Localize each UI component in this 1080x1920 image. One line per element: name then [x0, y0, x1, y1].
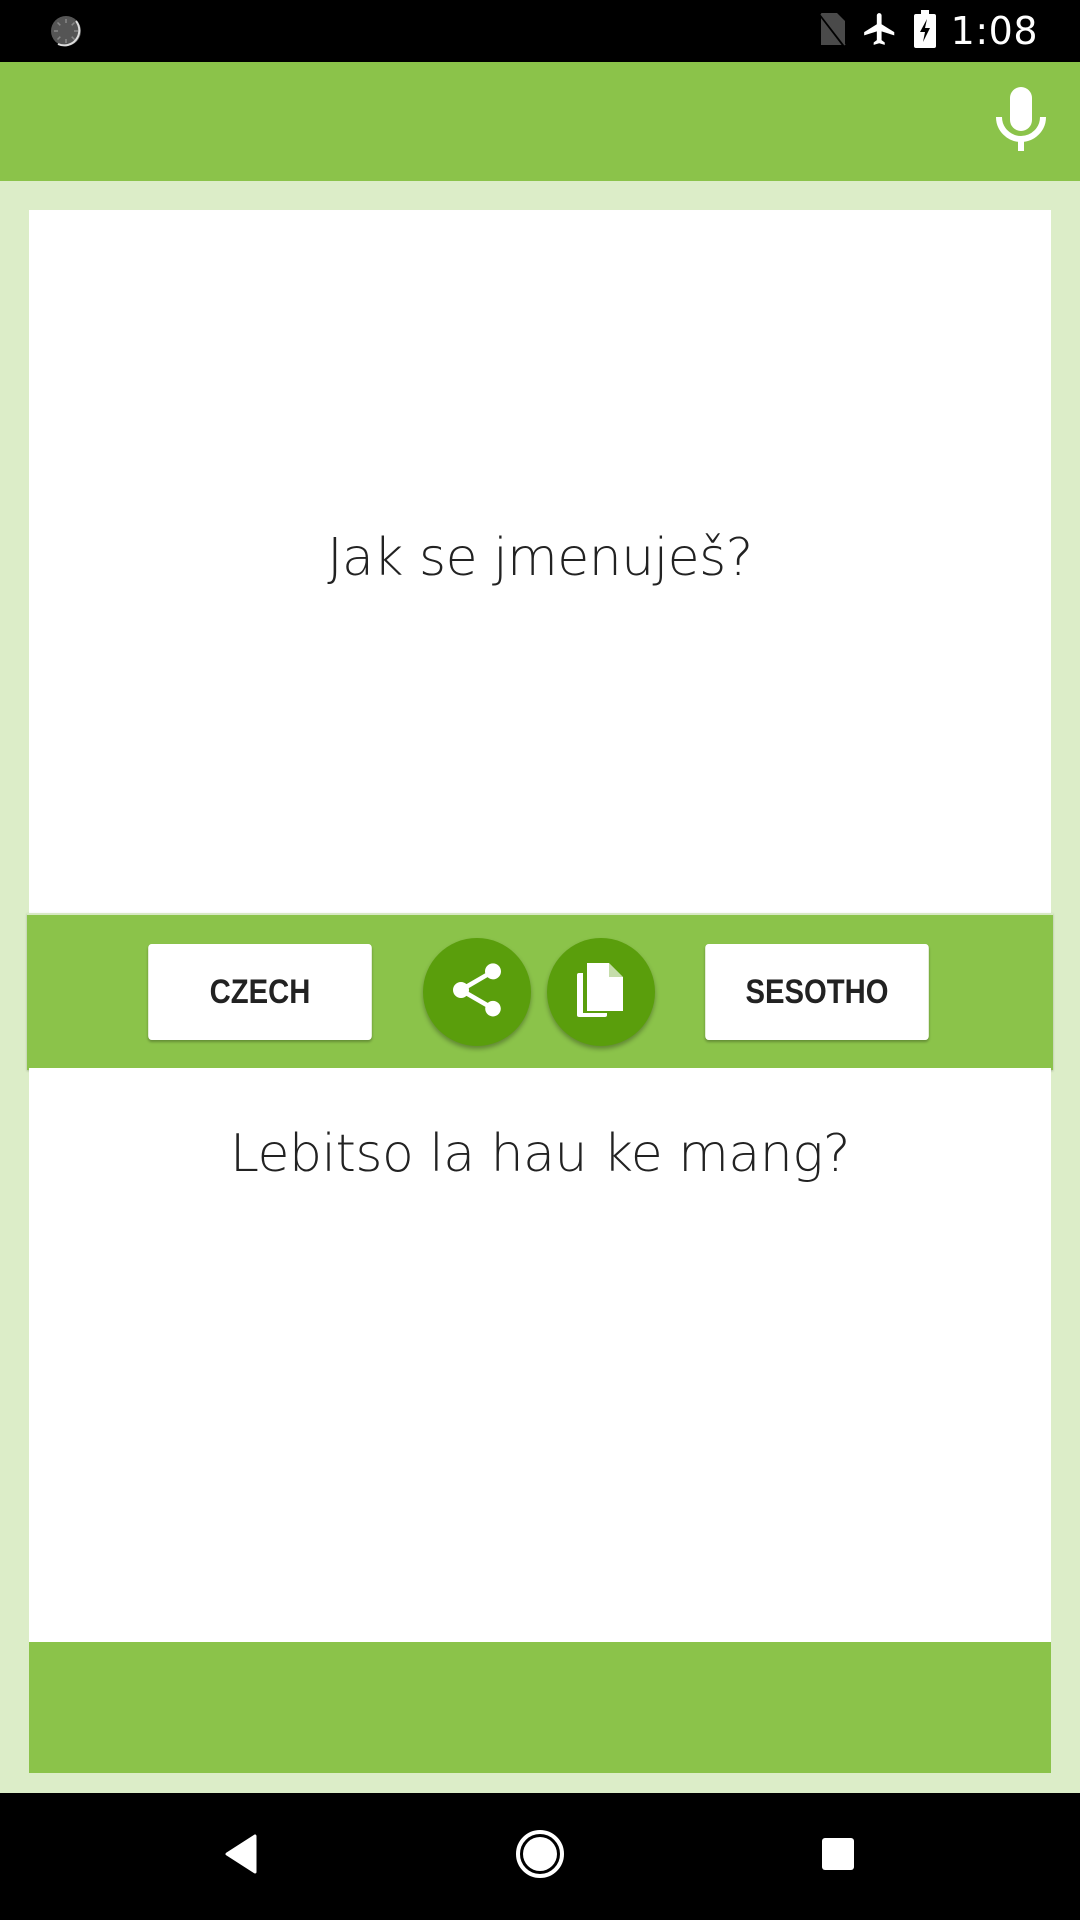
share-icon — [445, 958, 509, 1027]
status-icons: 1:08 — [817, 0, 1038, 62]
target-text: Lebitso la hau ke mang? — [229, 1124, 851, 1184]
battery-charging-icon — [913, 9, 937, 54]
airplane-mode-icon — [861, 9, 899, 54]
target-text-panel[interactable]: Lebitso la hau ke mang? — [29, 1068, 1051, 1642]
source-text: Jak se jmenuješ? — [327, 527, 753, 588]
copy-icon — [573, 959, 629, 1026]
sync-spinner-icon — [48, 13, 84, 49]
back-icon — [223, 1834, 259, 1879]
home-icon — [514, 1828, 566, 1885]
navigation-bar — [0, 1793, 1080, 1920]
back-button[interactable] — [206, 1821, 276, 1891]
ad-banner[interactable] — [29, 1642, 1051, 1773]
source-text-panel[interactable]: Jak se jmenuješ? — [29, 210, 1051, 913]
voice-input-button[interactable] — [976, 76, 1066, 166]
language-bar: CZECH SESOTHO — [27, 913, 1053, 1070]
target-language-button[interactable]: SESOTHO — [705, 944, 929, 1040]
copy-button[interactable] — [547, 938, 655, 1046]
status-bar: 1:08 — [0, 0, 1080, 62]
microphone-icon — [993, 85, 1049, 158]
source-language-button[interactable]: CZECH — [148, 944, 372, 1040]
share-button[interactable] — [423, 938, 531, 1046]
recents-icon — [820, 1836, 856, 1877]
recents-button[interactable] — [803, 1821, 873, 1891]
clock: 1:08 — [950, 9, 1038, 53]
no-sim-icon — [817, 10, 847, 53]
home-button[interactable] — [505, 1821, 575, 1891]
app-toolbar — [0, 62, 1080, 181]
